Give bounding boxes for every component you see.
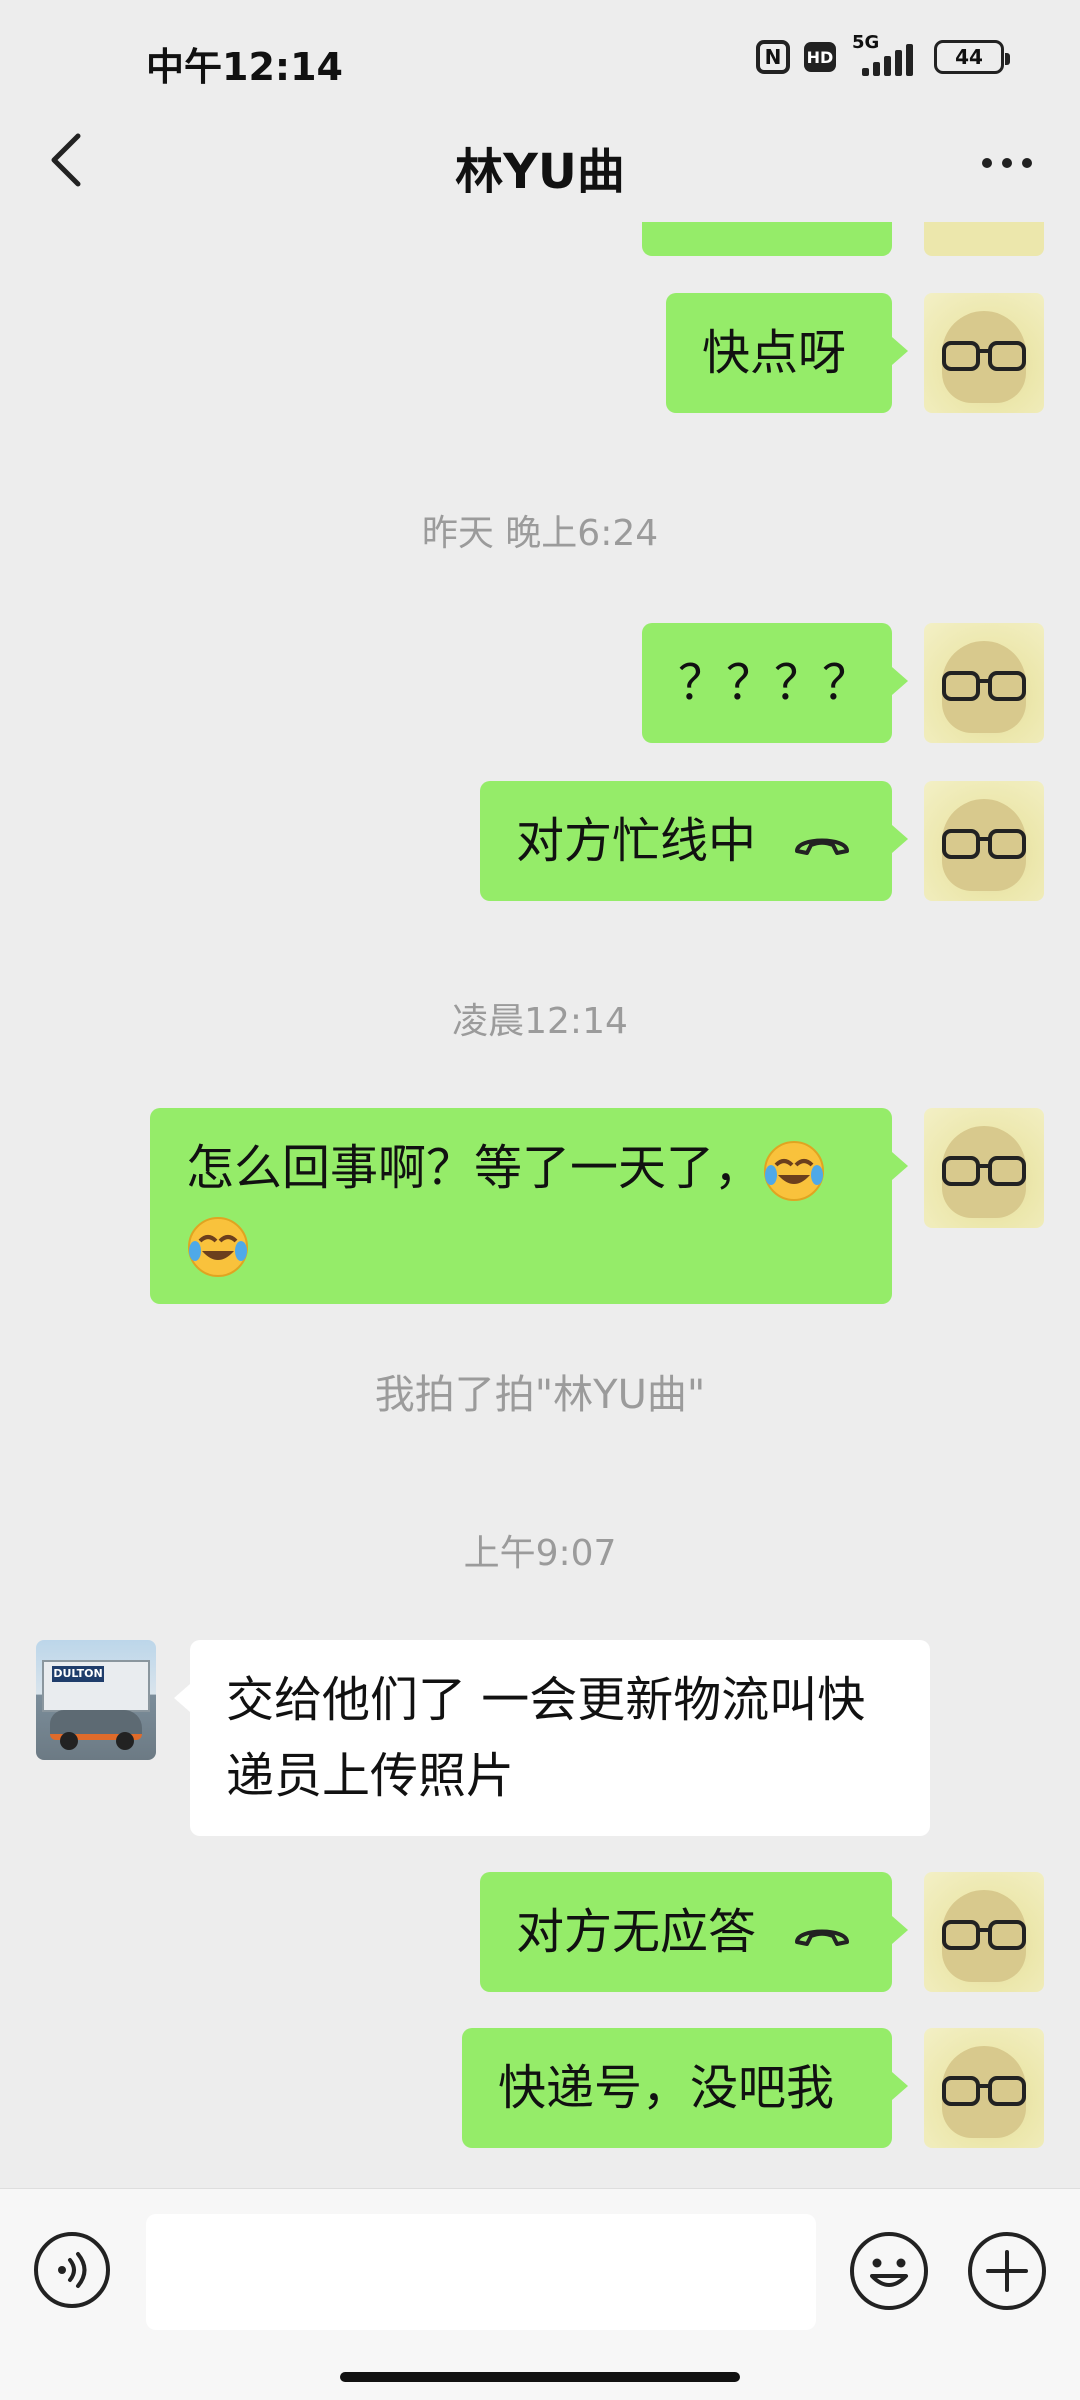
message-text: ？？？？ bbox=[678, 655, 871, 711]
my-avatar[interactable] bbox=[924, 1872, 1044, 1992]
emoji-icon bbox=[850, 2232, 928, 2310]
face-with-tears-of-joy-icon bbox=[764, 1141, 825, 1201]
message-text-line: 交给他们了 一会更新物流叫快 bbox=[226, 1672, 866, 1728]
glasses-icon bbox=[942, 671, 1026, 701]
pat-notice: 我拍了拍"林YU曲" bbox=[374, 1372, 706, 1418]
store-sign: DULTON bbox=[52, 1666, 104, 1682]
message-input[interactable] bbox=[146, 2214, 816, 2330]
message-text-line: 递员上传照片 bbox=[226, 1748, 515, 1804]
my-avatar[interactable] bbox=[924, 623, 1044, 743]
signal-icon: 5G bbox=[850, 32, 920, 76]
hang-up-icon bbox=[795, 838, 850, 855]
battery-icon: 44 bbox=[934, 40, 1010, 74]
voice-button[interactable] bbox=[32, 2230, 112, 2310]
my-avatar[interactable] bbox=[924, 293, 1044, 413]
emoji-button[interactable] bbox=[848, 2230, 930, 2312]
timestamp: 昨天 晚上6:24 bbox=[421, 513, 659, 554]
plus-icon bbox=[968, 2232, 1046, 2310]
call-record-message[interactable]: 对方忙线中 bbox=[480, 781, 908, 901]
previous-message-fragment bbox=[642, 222, 892, 256]
chat-title: 林YU曲 bbox=[455, 144, 625, 200]
status-icons: N HD 5G 44 bbox=[756, 32, 1010, 76]
received-message[interactable]: 交给他们了 一会更新物流叫快 递员上传照片 bbox=[174, 1640, 930, 1836]
message-text: 快点呀 bbox=[702, 325, 847, 381]
my-avatar[interactable] bbox=[924, 2028, 1044, 2148]
message-text: 快递号，没吧我 bbox=[498, 2060, 835, 2116]
hd-icon: HD bbox=[804, 42, 836, 72]
glasses-icon bbox=[942, 341, 1026, 371]
avatar-fragment bbox=[924, 222, 1044, 256]
home-indicator[interactable] bbox=[340, 2372, 740, 2382]
timestamp: 凌晨12:14 bbox=[452, 1001, 628, 1042]
glasses-icon bbox=[942, 1156, 1026, 1186]
message-text: 对方忙线中 bbox=[516, 813, 757, 869]
message-text: 对方无应答 bbox=[516, 1904, 757, 1960]
glasses-icon bbox=[942, 1920, 1026, 1950]
hang-up-icon bbox=[795, 1929, 850, 1946]
plus-button[interactable] bbox=[966, 2230, 1048, 2312]
call-record-message[interactable]: 对方无应答 bbox=[480, 1872, 908, 1992]
my-avatar[interactable] bbox=[924, 781, 1044, 901]
glasses-icon bbox=[942, 2076, 1026, 2106]
status-time: 中午12:14 bbox=[146, 45, 343, 89]
timestamp: 上午9:07 bbox=[463, 1533, 617, 1574]
friend-avatar[interactable]: DULTON bbox=[36, 1640, 156, 1760]
nfc-icon: N bbox=[756, 40, 790, 74]
glasses-icon bbox=[942, 829, 1026, 859]
sent-message[interactable]: 快递号，没吧我 bbox=[462, 2028, 908, 2148]
my-avatar[interactable] bbox=[924, 1108, 1044, 1228]
battery-level: 44 bbox=[955, 45, 983, 69]
more-button[interactable] bbox=[972, 138, 1042, 188]
more-dots-icon bbox=[982, 158, 992, 168]
sent-message[interactable]: 怎么回事啊？等了一天了， bbox=[150, 1108, 908, 1304]
message-text: 怎么回事啊？等了一天了， bbox=[186, 1140, 763, 1196]
voice-icon bbox=[34, 2232, 110, 2308]
sent-message[interactable]: 快点呀 bbox=[666, 293, 908, 413]
sent-message[interactable]: ？？？？ bbox=[642, 623, 908, 743]
face-with-tears-of-joy-icon bbox=[188, 1217, 248, 1277]
